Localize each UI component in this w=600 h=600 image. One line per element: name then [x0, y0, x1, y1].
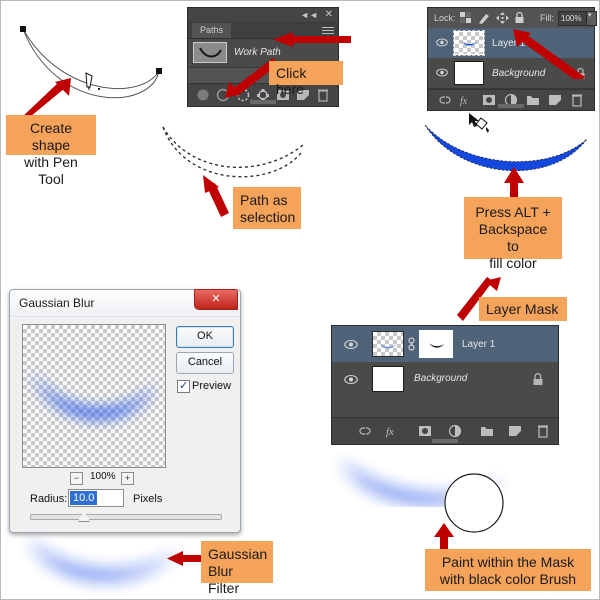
panel-grip[interactable]	[432, 439, 458, 443]
layer-thumb-shape	[462, 41, 476, 46]
callout-click-here: Click here	[269, 61, 343, 97]
units-label: Pixels	[133, 493, 163, 505]
background-thumbnail[interactable]	[454, 61, 484, 85]
delete-path-icon[interactable]	[316, 88, 330, 102]
ok-button[interactable]: OK	[176, 326, 234, 348]
layer-mask-thumb-shape	[429, 343, 444, 348]
svg-text:fx: fx	[460, 96, 468, 107]
lock-label: Lock:	[434, 13, 456, 23]
layer-thumb-shape	[379, 343, 397, 349]
fill-value-field[interactable]: 100%	[558, 11, 587, 26]
link-layers-icon[interactable]	[358, 424, 372, 438]
chevron-down-icon[interactable]: ▾	[586, 11, 597, 26]
lock-transparent-pixels-icon[interactable]	[460, 12, 472, 24]
callout-layer-mask: Layer Mask	[479, 297, 567, 321]
add-layer-mask-icon[interactable]	[418, 424, 432, 438]
layers-panel-bottom[interactable]: Layer 1 Background fx	[331, 325, 559, 445]
delete-layer-icon[interactable]	[536, 424, 550, 438]
panel-grip[interactable]	[498, 104, 524, 108]
radius-slider-thumb[interactable]	[78, 511, 90, 521]
callout-paint-within-mask: Paint within the Mask with black color B…	[425, 549, 591, 591]
new-group-icon[interactable]	[480, 424, 494, 438]
layer-thumbnail[interactable]	[453, 30, 485, 56]
new-group-icon[interactable]	[526, 93, 540, 107]
radius-input[interactable]: 10.0	[68, 489, 124, 507]
eye-icon[interactable]	[436, 38, 448, 47]
paths-panel-titlebar: ◄◄ ✕	[188, 8, 338, 23]
radius-slider-track[interactable]	[30, 514, 222, 520]
fill-path-icon[interactable]	[196, 88, 210, 102]
callout-press-alt-backspace: Press ALT + Backspace to fill color	[464, 197, 562, 271]
preview-checkbox[interactable]: ✓	[177, 380, 190, 393]
zoom-in-button[interactable]: +	[121, 472, 134, 485]
radius-label: Radius:	[30, 493, 68, 505]
lock-all-icon	[533, 373, 543, 385]
gaussian-blur-dialog[interactable]: Gaussian Blur ✕ OK Cancel ✓ Preview − 10…	[9, 289, 241, 533]
work-path-thumb-glyph	[199, 47, 222, 58]
layers-panel-empty-area	[332, 396, 558, 418]
layer-thumbnail[interactable]	[372, 331, 404, 357]
layer-style-fx-icon[interactable]: fx	[386, 424, 400, 438]
eye-icon[interactable]	[344, 374, 358, 385]
collapse-icon[interactable]: ◄◄	[300, 10, 318, 20]
callout-path-as-selection: Path as selection	[233, 187, 301, 229]
preview-label: Preview	[192, 380, 232, 392]
link-layers-icon[interactable]	[438, 93, 452, 107]
add-layer-mask-icon[interactable]	[482, 93, 496, 107]
close-icon[interactable]: ✕	[325, 9, 333, 20]
radius-value: 10.0	[70, 491, 98, 505]
new-layer-icon[interactable]	[508, 424, 522, 438]
layer-mask-thumbnail[interactable]	[419, 330, 453, 358]
layer-name-label: Layer 1	[462, 339, 496, 350]
adjustment-layer-icon[interactable]	[448, 424, 462, 438]
blur-preview-canvas[interactable]	[22, 324, 166, 468]
eye-icon[interactable]	[344, 339, 358, 350]
arrow-work-path	[273, 32, 351, 47]
lock-position-icon[interactable]	[496, 12, 509, 24]
blur-preview-shape	[31, 371, 157, 419]
tab-paths[interactable]: Paths	[192, 23, 232, 38]
svg-text:fx: fx	[386, 426, 394, 438]
fill-value: 100%	[561, 14, 582, 23]
dialog-titlebar[interactable]: Gaussian Blur ✕	[10, 289, 240, 317]
dialog-title: Gaussian Blur	[19, 296, 95, 310]
cancel-button[interactable]: Cancel	[176, 352, 234, 374]
check-icon: ✓	[179, 380, 189, 392]
paint-bucket-cursor	[469, 113, 489, 133]
arrow-layer1	[513, 29, 585, 79]
fill-label: Fill:	[540, 13, 554, 23]
new-layer-icon[interactable]	[548, 93, 562, 107]
lock-image-pixels-icon[interactable]	[478, 12, 491, 24]
lock-row: Lock: Fill: 100% ▾	[428, 8, 597, 28]
callout-create-shape: Create shape with Pen Tool	[6, 115, 96, 187]
zoom-out-button[interactable]: −	[70, 472, 83, 485]
work-path-thumbnail	[193, 42, 227, 63]
marching-ants-selection	[162, 126, 304, 178]
layer-row-background[interactable]: Background	[332, 362, 558, 397]
background-thumbnail[interactable]	[372, 366, 404, 392]
close-icon[interactable]: ✕	[194, 289, 238, 310]
layer-row-layer1-masked[interactable]: Layer 1	[332, 326, 558, 363]
zoom-value: 100%	[90, 471, 116, 482]
layer-style-fx-icon[interactable]: fx	[460, 93, 474, 107]
callout-gaussian-blur-filter: Gaussian Blur Filter	[201, 541, 273, 596]
link-layers-icon[interactable]	[407, 337, 416, 351]
background-name-label: Background	[414, 373, 468, 384]
eye-icon[interactable]	[436, 68, 448, 77]
lock-all-icon[interactable]	[514, 11, 525, 24]
delete-layer-icon[interactable]	[570, 93, 584, 107]
panel-grip[interactable]	[250, 100, 276, 104]
